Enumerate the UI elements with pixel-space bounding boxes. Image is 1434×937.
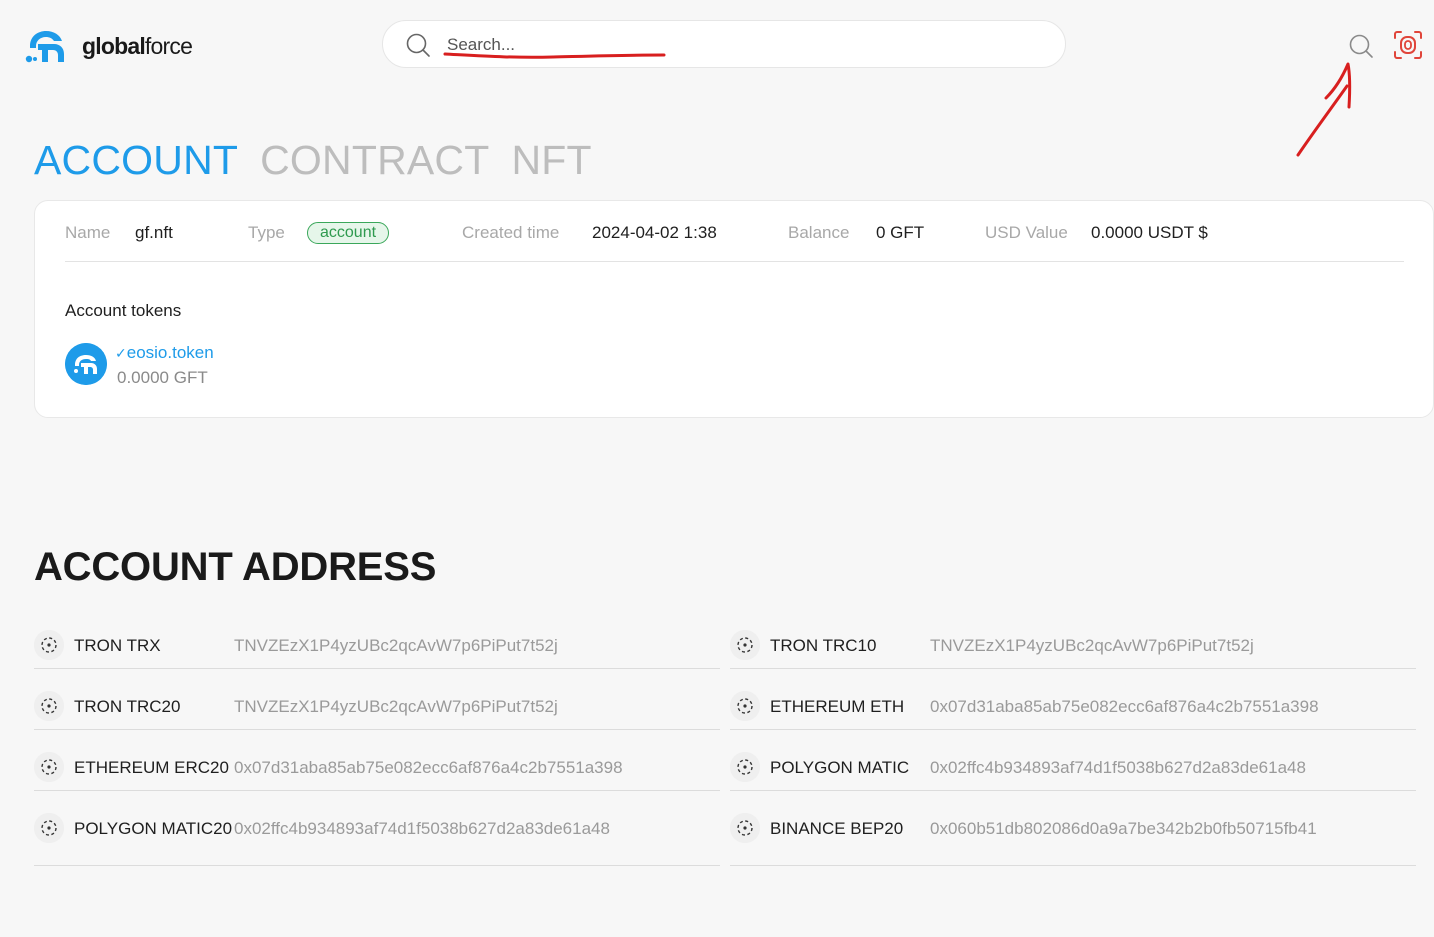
address-hash[interactable]: 0x02ffc4b934893af74d1f5038b627d2a83de61a… — [930, 758, 1306, 778]
address-hash[interactable]: 0x07d31aba85ab75e082ecc6af876a4c2b7551a3… — [930, 697, 1319, 717]
account-tokens-title: Account tokens — [65, 301, 182, 320]
annotation-arrow — [1296, 62, 1352, 157]
chain-icon — [730, 813, 760, 843]
chain-icon — [34, 752, 64, 782]
header: globalforce — [0, 0, 1434, 157]
divider — [65, 261, 1404, 262]
tab-account[interactable]: ACCOUNT — [34, 136, 238, 184]
address-row[interactable]: ETHEREUM ETH 0x07d31aba85ab75e082ecc6af87… — [730, 691, 1416, 730]
address-row[interactable]: POLYGON MATIC 0x02ffc4b934893af74d1f5038b… — [730, 752, 1416, 791]
chain-name: BINANCE BEP20 — [770, 819, 904, 838]
address-hash[interactable]: 0x02ffc4b934893af74d1f5038b627d2a83de61a… — [234, 819, 610, 839]
chain-name: ETHEREUM ETH — [770, 697, 905, 716]
search-icon — [406, 33, 430, 57]
address-hash[interactable]: TNVZEzX1P4yzUBc2qcAvW7p6PiPut7t52j — [930, 636, 1254, 656]
row-divider — [730, 865, 1416, 866]
address-hash[interactable]: 0x07d31aba85ab75e082ecc6af876a4c2b7551a3… — [234, 758, 623, 778]
address-row[interactable]: BINANCE BEP20 0x060b51db802086d0a9a7be342… — [730, 813, 1416, 866]
chain-name: TRON TRC10 — [770, 636, 877, 655]
chain-icon — [34, 813, 64, 843]
tab-nft[interactable]: NFT — [512, 136, 592, 184]
created-value: 2024-04-02 1:38 — [592, 223, 717, 242]
row-divider — [34, 790, 720, 791]
address-row[interactable]: ETHEREUM ERC20 0x07d31aba85ab75e082ecc6af… — [34, 752, 720, 791]
row-divider — [34, 729, 720, 730]
token-name-link[interactable]: ✓eosio.token — [115, 343, 214, 363]
row-divider — [730, 668, 1416, 669]
wallet-icon[interactable] — [1391, 28, 1425, 62]
balance-value: 0 GFT — [876, 223, 925, 242]
header-search-button[interactable] — [1346, 31, 1376, 61]
type-label: Type — [248, 223, 285, 242]
usd-label: USD Value — [985, 223, 1068, 242]
chain-name: ETHEREUM ERC20 — [74, 758, 229, 777]
annotation-underline — [443, 52, 666, 59]
chain-name: POLYGON MATIC20 — [74, 819, 233, 838]
usd-value: 0.0000 USDT $ — [1091, 223, 1208, 242]
chain-name: TRON TRC20 — [74, 697, 181, 716]
chain-name: TRON TRX — [74, 636, 161, 655]
name-label: Name — [65, 223, 111, 242]
verified-check-icon: ✓ — [115, 345, 127, 361]
row-divider — [34, 865, 720, 866]
account-address-title: ACCOUNT ADDRESS — [34, 545, 437, 589]
account-tabs: ACCOUNT CONTRACT NFT — [34, 136, 592, 184]
globalforce-logo-icon — [25, 31, 64, 63]
chain-icon — [34, 630, 64, 660]
chain-icon — [730, 752, 760, 782]
balance-label: Balance — [788, 223, 850, 242]
created-label: Created time — [462, 223, 560, 242]
address-row[interactable]: TRON TRC10 TNVZEzX1P4yzUBc2qcAvW7p6PiPut7… — [730, 630, 1416, 669]
brand-name: globalforce — [82, 32, 193, 59]
address-hash[interactable]: TNVZEzX1P4yzUBc2qcAvW7p6PiPut7t52j — [234, 636, 558, 656]
chain-icon — [34, 691, 64, 721]
brand-logo[interactable]: globalforce — [24, 28, 193, 64]
type-badge: account — [307, 222, 390, 244]
address-row[interactable]: POLYGON MATIC20 0x02ffc4b934893af74d1f503… — [34, 813, 720, 866]
chain-name: POLYGON MATIC — [770, 758, 910, 777]
chain-icon — [730, 630, 760, 660]
row-divider — [730, 790, 1416, 791]
address-row[interactable]: TRON TRX TNVZEzX1P4yzUBc2qcAvW7p6PiPut7t5… — [34, 630, 720, 669]
row-divider — [730, 729, 1416, 730]
tab-contract[interactable]: CONTRACT — [260, 136, 489, 184]
globalforce-logo-icon — [65, 343, 107, 385]
address-hash[interactable]: TNVZEzX1P4yzUBc2qcAvW7p6PiPut7t52j — [234, 697, 558, 717]
account-info-row: Name gf.nft Type account Created time 20… — [65, 222, 1405, 263]
address-row[interactable]: TRON TRC20 TNVZEzX1P4yzUBc2qcAvW7p6PiPut7… — [34, 691, 720, 730]
name-value: gf.nft — [135, 223, 173, 242]
address-hash[interactable]: 0x060b51db802086d0a9a7be342b2b0fb50715fb… — [930, 819, 1317, 839]
account-card: Name gf.nft Type account Created time 20… — [34, 200, 1434, 418]
row-divider — [34, 668, 720, 669]
chain-icon — [730, 691, 760, 721]
token-amount: 0.0000 GFT — [117, 368, 208, 387]
